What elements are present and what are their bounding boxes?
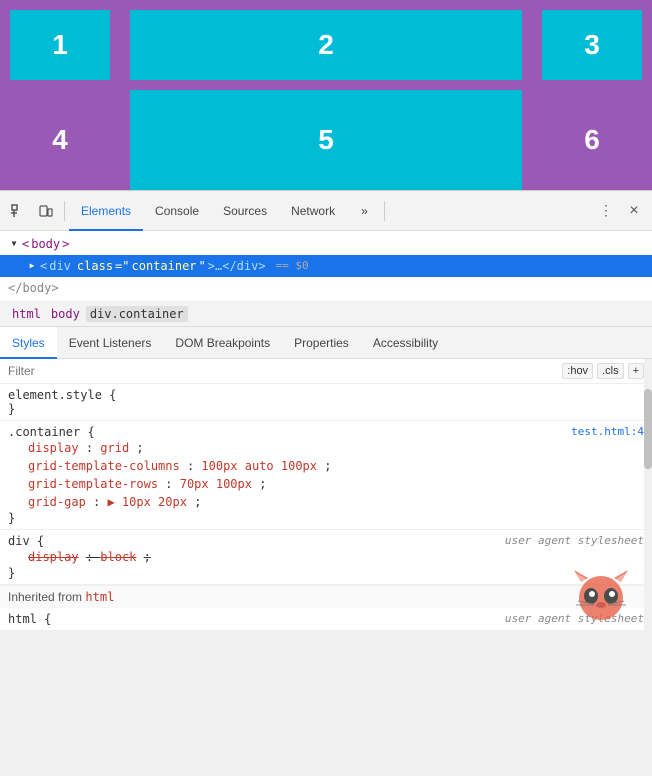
tab-network[interactable]: Network: [279, 191, 347, 231]
prop-display: display: [28, 441, 79, 455]
triangle-container[interactable]: ▶: [26, 260, 38, 272]
hov-btn[interactable]: :hov: [562, 363, 593, 379]
devtools-toolbar: Elements Console Sources Network » ⋮ ×: [0, 191, 652, 231]
panel-tabs: Styles Event Listeners DOM Breakpoints P…: [0, 327, 652, 359]
close-devtools-btn[interactable]: ×: [620, 197, 648, 225]
val-grid: grid: [100, 441, 129, 455]
inherited-from: html: [85, 590, 114, 604]
tab-properties[interactable]: Properties: [282, 327, 361, 359]
val-gtr: 70px 100px: [180, 477, 252, 491]
css-rule-element-style: element.style { }: [0, 384, 652, 421]
scrollbar-track[interactable]: [644, 359, 652, 631]
triangle-body[interactable]: ▼: [8, 238, 20, 250]
prop-gtr: grid-template-rows: [28, 477, 158, 491]
toolbar-sep-1: [64, 201, 65, 221]
more-options-btn[interactable]: ⋮: [592, 197, 620, 225]
bc-body[interactable]: body: [47, 306, 84, 322]
val-gap: ▶ 10px 20px: [107, 495, 186, 509]
grid-cell-2: 2: [130, 10, 522, 80]
devtools-panel: Elements Console Sources Network » ⋮ × ▼…: [0, 190, 652, 631]
inspect-icon-btn[interactable]: [4, 197, 32, 225]
css-rule-container: .container { test.html:4 display : grid …: [0, 421, 652, 530]
css-rule-html: html { user agent stylesheet: [0, 608, 652, 631]
container-source[interactable]: test.html:4: [571, 425, 644, 438]
dom-row-body[interactable]: ▼ <body>: [0, 233, 652, 255]
bc-container[interactable]: div.container: [86, 306, 188, 322]
val-gtc: 100px auto 100px: [201, 459, 317, 473]
css-rules: element.style { } .container { test.html…: [0, 384, 652, 631]
tab-dom-breakpoints[interactable]: DOM Breakpoints: [163, 327, 282, 359]
prop-display-block: display: [28, 550, 79, 564]
filter-input[interactable]: [8, 364, 558, 378]
toolbar-right: ⋮ ×: [592, 197, 648, 225]
grid-cell-4: 4: [10, 90, 110, 190]
inherited-header: Inherited from html: [0, 585, 652, 608]
tab-elements[interactable]: Elements: [69, 191, 143, 231]
tab-accessibility[interactable]: Accessibility: [361, 327, 450, 359]
tab-console[interactable]: Console: [143, 191, 211, 231]
div-source: user agent stylesheet: [505, 534, 644, 547]
styles-panel: :hov .cls + element.style { } .container…: [0, 359, 652, 631]
grid-cell-1: 1: [10, 10, 110, 80]
scrollbar-thumb[interactable]: [644, 389, 652, 469]
cls-btn[interactable]: .cls: [597, 363, 624, 379]
dom-row-container[interactable]: ▶ < div class =" container " >…</div> ==…: [0, 255, 652, 277]
grid-cell-5: 5: [130, 90, 522, 190]
dom-row-body-close[interactable]: </body>: [0, 277, 652, 299]
add-style-btn[interactable]: +: [628, 363, 644, 379]
val-block: block: [100, 550, 136, 564]
device-toggle-btn[interactable]: [32, 197, 60, 225]
element-style-selector: element.style {: [8, 388, 116, 402]
bc-html[interactable]: html: [8, 306, 45, 322]
dom-tree: ▼ <body> ▶ < div class =" container " >……: [0, 231, 652, 302]
filter-bar: :hov .cls +: [0, 359, 652, 384]
grid-cell-3: 3: [542, 10, 642, 80]
div-selector: div {: [8, 534, 44, 548]
cat-decoration: [566, 568, 636, 623]
html-selector: html {: [8, 612, 51, 626]
tab-styles[interactable]: Styles: [0, 327, 57, 359]
preview-area: 1 2 3 4 5 6: [0, 0, 652, 190]
toolbar-sep-2: [384, 201, 385, 221]
breadcrumb: html body div.container: [0, 302, 652, 327]
container-selector: .container {: [8, 425, 95, 439]
css-rule-div: div { user agent stylesheet display : bl…: [0, 530, 652, 585]
dom-section: ▼ <body> ▶ < div class =" container " >……: [0, 231, 652, 327]
prop-gtc: grid-template-columns: [28, 459, 180, 473]
grid-cell-6: 6: [542, 90, 642, 190]
prop-gap: grid-gap: [28, 495, 86, 509]
tab-event-listeners[interactable]: Event Listeners: [57, 327, 164, 359]
tab-sources[interactable]: Sources: [211, 191, 279, 231]
tab-more[interactable]: »: [349, 191, 380, 231]
